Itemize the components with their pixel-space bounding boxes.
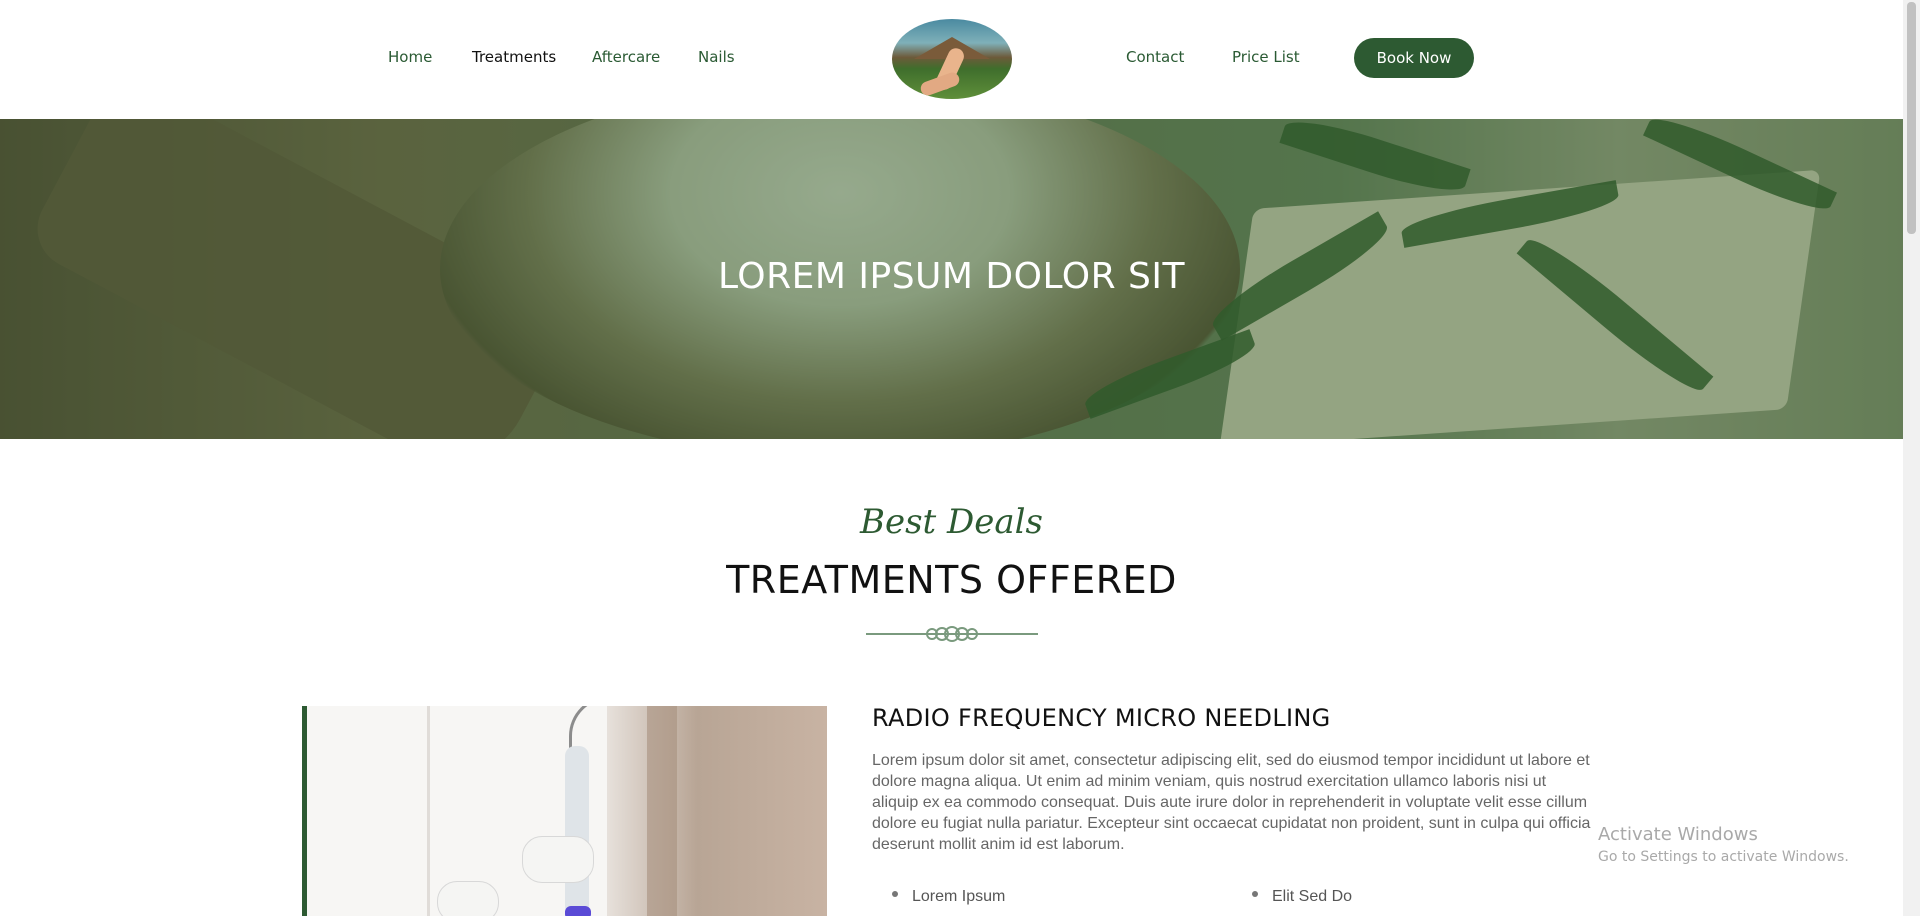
nav-link-treatments[interactable]: Treatments <box>472 48 556 66</box>
list-item: Elit Sed Do <box>1252 888 1352 906</box>
nav-link-contact[interactable]: Contact <box>1126 48 1184 66</box>
section-script-title: Best Deals <box>860 502 1043 542</box>
nav-link-home[interactable]: Home <box>388 48 432 66</box>
treatment-photo <box>302 706 827 916</box>
treatment-title: RADIO FREQUENCY MICRO NEEDLING <box>872 704 1331 732</box>
nav-link-price-list[interactable]: Price List <box>1232 48 1300 66</box>
bullet-label: Elit Sed Do <box>1272 888 1353 905</box>
page-scrollbar[interactable] <box>1903 0 1920 916</box>
photo-coat-fold <box>427 706 430 916</box>
bullet-icon <box>1252 890 1258 897</box>
nav-link-nails[interactable]: Nails <box>698 48 735 66</box>
photo-gloved-hand <box>437 881 499 916</box>
scrollbar-thumb[interactable] <box>1907 2 1916 234</box>
hero-title: LOREM IPSUM DOLOR SIT <box>718 256 1185 297</box>
watermark-line1: Activate Windows <box>1598 824 1758 845</box>
bullet-icon <box>892 890 898 897</box>
section-title: TREATMENTS OFFERED <box>726 558 1177 602</box>
photo-rf-device <box>565 746 589 916</box>
logo-image[interactable] <box>892 19 1012 99</box>
photo-device-tip <box>565 906 591 916</box>
hero-banner: LOREM IPSUM DOLOR SIT <box>0 119 1903 439</box>
watermark-line2: Go to Settings to activate Windows. <box>1598 849 1849 865</box>
bullet-label: Lorem Ipsum <box>912 888 1006 905</box>
photo-gloved-hand <box>522 836 594 883</box>
ornament-divider-icon <box>866 626 1038 642</box>
treatment-description: Lorem ipsum dolor sit amet, consectetur … <box>872 752 1591 853</box>
top-nav: Home Treatments Aftercare Nails Contact … <box>0 0 1903 119</box>
book-now-button[interactable]: Book Now <box>1354 38 1474 78</box>
nav-link-aftercare[interactable]: Aftercare <box>592 48 660 66</box>
list-item: Lorem Ipsum <box>892 888 1005 906</box>
activate-windows-watermark: Activate Windows Go to Settings to activ… <box>1598 824 1849 865</box>
